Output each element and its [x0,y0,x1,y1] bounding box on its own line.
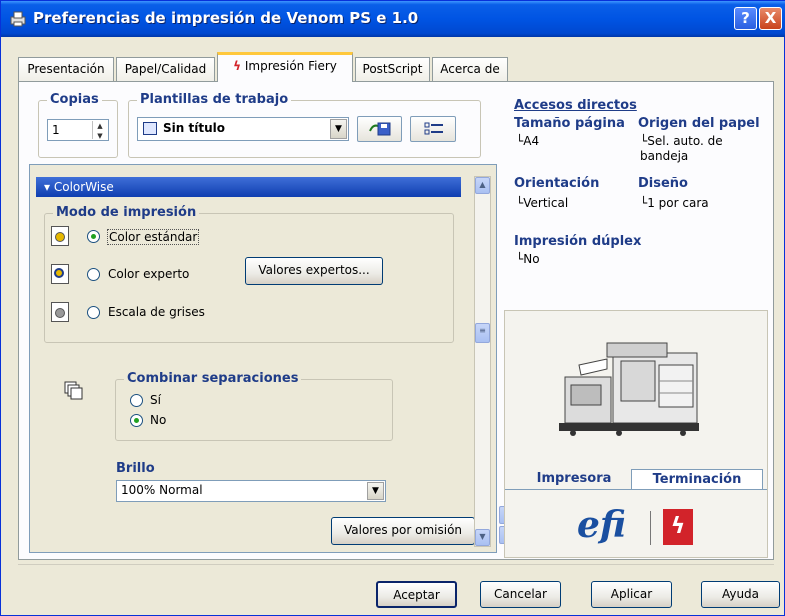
templates-select[interactable]: Sin título ▼ [137,117,349,141]
shortcuts-title[interactable]: Accesos directos [514,98,637,113]
duplex-label: Impresión dúplex [514,234,642,249]
collapse-arrow-icon: ▾ [44,180,51,194]
scroll-thumb[interactable]: ≡ [475,323,490,343]
tab-impresion-fiery[interactable]: ϟ Impresión Fiery [217,52,353,82]
chevron-down-icon[interactable]: ▼ [367,482,384,500]
colorwise-header[interactable]: ▾ ColorWise [36,177,461,197]
window-title: Preferencias de impresión de Venom PS e … [33,9,419,27]
printer-illustration-icon [559,342,699,436]
tab-acerca-de[interactable]: Acerca de [432,57,508,81]
save-template-icon [369,122,391,136]
fiery-tab-icon: ϟ [233,59,242,73]
printer-icon [10,11,26,27]
copies-value: 1 [52,123,60,137]
separations-no-label[interactable]: No [150,413,166,427]
printer-tabs-divider [505,489,767,490]
standard-color-radio[interactable] [87,230,100,243]
printing-preferences-dialog: Preferencias de impresión de Venom PS e … [0,0,785,616]
brightness-value: 100% Normal [121,483,203,497]
separations-icon [64,381,83,400]
fiery-logo: ϟ [663,509,693,545]
templates-label: Plantillas de trabajo [137,92,292,107]
save-template-button[interactable] [357,116,402,142]
tab-printer[interactable]: Impresora [519,469,629,489]
tab-impresion-fiery-label: Impresión Fiery [244,59,337,73]
copies-group: Copias 1 ▲ ▼ [38,92,118,158]
colorwise-pane-border: ▾ ColorWise Modo de impresión Color está… [29,164,497,553]
brightness-label: Brillo [116,461,155,476]
fiery-panel: Copias 1 ▲ ▼ Plantillas de trabajo Sin tí… [18,81,774,560]
defaults-button[interactable]: Valores por omisión [331,517,475,545]
print-mode-group: Modo de impresión Color estándar Color e… [44,205,454,343]
expert-color-radio[interactable] [87,268,100,281]
grayscale-radio[interactable] [87,306,100,319]
grayscale-icon [51,302,69,322]
scroll-up-icon[interactable]: ▲ [475,177,490,194]
orientation-value: └Vertical [516,196,569,210]
copies-label: Copias [47,92,102,107]
separations-yes-radio[interactable] [130,394,143,407]
combine-separations-group: Combinar separaciones Sí No [115,371,393,441]
shortcuts-panel: Accesos directos Tamaño página └A4 Orige… [504,98,768,310]
paper-source-value: └Sel. auto. de bandeja [640,134,723,163]
duplex-value: └No [516,252,540,266]
template-doc-icon [143,122,157,135]
orientation-label: Orientación [514,176,600,191]
ok-button[interactable]: Aceptar [376,581,457,608]
efi-logo: efi [577,504,627,546]
help-button[interactable]: Ayuda [701,581,780,608]
separations-yes-label[interactable]: Sí [150,393,161,407]
chevron-down-icon[interactable]: ▼ [330,119,347,139]
list-icon [424,122,443,135]
copies-stepper[interactable]: 1 ▲ ▼ [47,119,109,141]
expert-color-icon [51,264,69,284]
combine-separations-label: Combinar separaciones [124,371,302,386]
templates-value: Sin título [163,121,225,135]
paper-size-label: Tamaño página [514,116,625,131]
standard-color-icon [51,226,69,246]
cancel-button[interactable]: Cancelar [480,581,561,608]
tab-papel-calidad[interactable]: Papel/Calidad [116,57,215,81]
tab-postscript[interactable]: PostScript [355,57,430,81]
layout-value: └1 por cara [640,196,709,210]
help-icon[interactable]: ? [734,7,757,30]
grayscale-label[interactable]: Escala de grises [108,305,205,319]
title-bar[interactable]: Preferencias de impresión de Venom PS e … [1,1,785,37]
tab-presentacion[interactable]: Presentación [18,57,114,81]
expert-color-label[interactable]: Color experto [108,267,189,281]
separations-no-radio[interactable] [130,414,143,427]
print-mode-label: Modo de impresión [53,205,200,220]
apply-button[interactable]: Aplicar [591,581,672,608]
footer-divider [18,564,774,565]
standard-color-label[interactable]: Color estándar [107,229,200,245]
templates-group: Plantillas de trabajo Sin título ▼ [128,92,481,158]
scroll-down-icon[interactable]: ▼ [475,529,490,546]
logo-divider [650,511,651,545]
colorwise-header-label: ColorWise [53,180,114,194]
colorwise-scrollbar[interactable]: ▲ ≡ ▼ [474,176,491,547]
manage-templates-button[interactable] [410,116,456,142]
paper-size-value: └A4 [516,134,540,148]
expert-settings-button[interactable]: Valores expertos... [245,257,383,285]
spin-arrows-icon[interactable]: ▲ ▼ [92,121,107,140]
paper-source-label: Origen del papel [638,116,760,131]
layout-label: Diseño [638,176,688,191]
close-icon[interactable]: X [759,7,782,30]
printer-preview-box: Impresora Terminación efi ϟ [504,310,768,558]
brightness-select[interactable]: 100% Normal ▼ [116,480,386,502]
tab-finishing[interactable]: Terminación [631,469,763,489]
